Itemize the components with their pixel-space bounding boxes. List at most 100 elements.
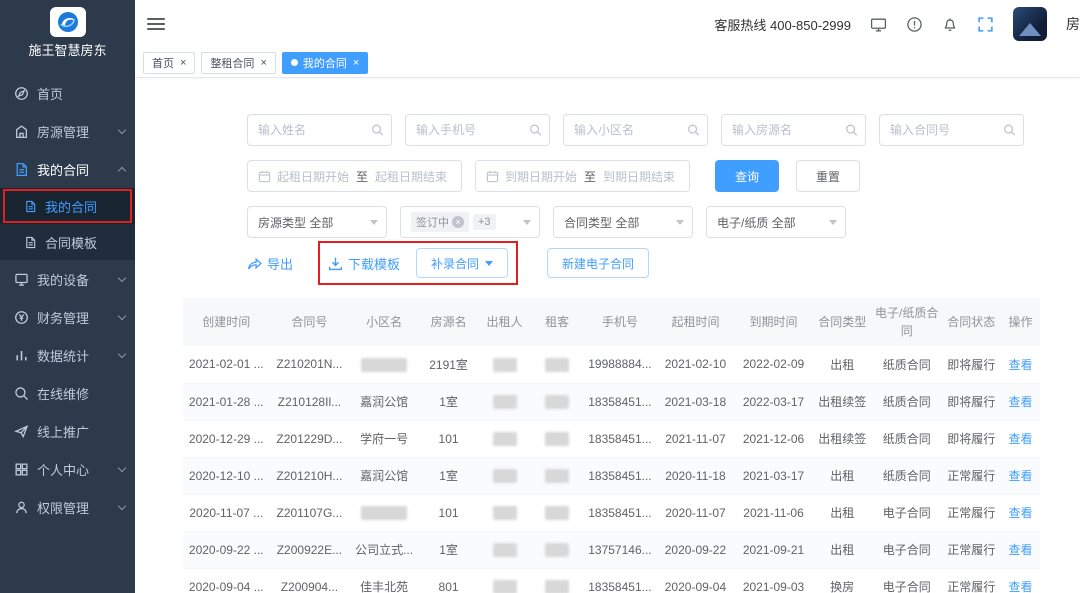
doc-icon — [24, 236, 37, 249]
column-header-tenant: 租客 — [530, 298, 584, 346]
cell-type: 出租 — [812, 457, 872, 495]
redacted-text — [545, 357, 570, 372]
username-partial: 房 — [1066, 16, 1080, 32]
table-row: 2020-09-22 ... Z200922E... 公司立式... 1室 137571… — [183, 531, 1040, 569]
alert-icon[interactable] — [906, 16, 923, 33]
view-link[interactable]: 查看 — [1008, 358, 1032, 372]
tag-close-icon[interactable]: × — [452, 216, 464, 228]
view-link[interactable]: 查看 — [1008, 580, 1032, 593]
contract-medium-select[interactable]: 电子/纸质 全部 — [706, 206, 846, 238]
sidebar-item-label: 线上推广 — [37, 424, 90, 440]
cell-start: 2021-03-18 — [656, 383, 735, 421]
cell-status: 正常履行 — [941, 531, 1001, 569]
table-row: 2020-11-07 ... Z201107G... 101 18358451... 2… — [183, 494, 1040, 532]
cell-end: 2021-03-17 — [734, 457, 813, 495]
column-header-action: 操作 — [1000, 298, 1040, 346]
monitor-icon[interactable] — [870, 16, 887, 33]
cell-start: 2020-11-18 — [656, 457, 735, 495]
top-bar: 客服热线 400-850-2999 房 — [135, 0, 1080, 48]
view-link[interactable]: 查看 — [1008, 506, 1032, 520]
sidebar-item-repair[interactable]: 在线维修 — [0, 374, 135, 412]
sidebar-subitem-contract-templates[interactable]: 合同模板 — [0, 224, 135, 260]
select-value: 电子/纸质 全部 — [717, 215, 796, 230]
export-icon — [247, 256, 262, 271]
date-start-placeholder: 到期日期开始 — [505, 169, 578, 184]
cell-type: 换房 — [812, 568, 872, 593]
column-header-status: 合同状态 — [941, 298, 1001, 346]
column-header-medium: 电子/纸质合同 — [871, 298, 942, 346]
cell-community: 公司立式... — [349, 531, 419, 569]
contract-type-select[interactable]: 合同类型 全部 — [553, 206, 693, 238]
filter-input-3 — [721, 114, 866, 146]
finance-icon — [14, 310, 29, 325]
property-type-select[interactable]: 房源类型 全部 — [247, 206, 387, 238]
column-header-contract-no: 合同号 — [269, 298, 350, 346]
cell-start: 2021-02-10 — [656, 346, 735, 384]
download-icon — [328, 256, 343, 271]
expiry-date-range[interactable]: 到期日期开始 至 到期日期结束 — [475, 160, 690, 192]
view-link[interactable]: 查看 — [1008, 395, 1032, 409]
table-row: 2021-02-01 ... Z210201N... 2191室 19988884..… — [183, 346, 1040, 384]
cell-property: 2191室 — [418, 346, 479, 384]
cell-created: 2020-09-04 ... — [183, 568, 270, 593]
cell-community — [349, 494, 419, 532]
tab-close-icon[interactable]: × — [180, 57, 186, 69]
sidebar-item-permissions[interactable]: 权限管理 — [0, 488, 135, 526]
sidebar-item-home[interactable]: 首页 — [0, 74, 135, 112]
annotated-action-group: 下载模板 补录合同 — [318, 241, 519, 285]
sidebar-item-personal[interactable]: 个人中心 — [0, 450, 135, 488]
date-separator: 至 — [584, 169, 597, 184]
cell-status: 正常履行 — [941, 457, 1001, 495]
sidebar-item-contracts[interactable]: 我的合同 — [0, 150, 135, 188]
column-header-type: 合同类型 — [812, 298, 872, 346]
supplement-contract-button[interactable]: 补录合同 — [416, 248, 509, 278]
sidebar-item-statistics[interactable]: 数据统计 — [0, 336, 135, 374]
cell-created: 2020-09-22 ... — [183, 531, 270, 569]
cell-start: 2020-09-04 — [656, 568, 735, 593]
sidebar-item-property[interactable]: 房源管理 — [0, 112, 135, 150]
contract-status-select[interactable]: 签订中 × +3 — [400, 206, 540, 238]
tag-label: 签订中 — [416, 217, 449, 229]
sidebar-item-promotion[interactable]: 线上推广 — [0, 412, 135, 450]
tab-close-icon[interactable]: × — [260, 57, 266, 69]
sidebar-item-devices[interactable]: 我的设备 — [0, 260, 135, 298]
cell-contract-no: Z200922E... — [269, 531, 350, 569]
chevron-down-icon — [117, 125, 127, 134]
redacted-text — [492, 505, 517, 520]
active-tab-dot — [290, 59, 298, 66]
query-button[interactable]: 查询 — [715, 160, 780, 192]
tab-1[interactable]: 整租合同 × — [201, 51, 276, 74]
tab-0[interactable]: 首页 × — [143, 51, 196, 74]
view-link[interactable]: 查看 — [1008, 432, 1032, 446]
table-row: 2021-01-28 ... Z210128Il... 嘉润公馆 1室 18358451… — [183, 383, 1040, 421]
chevron-down-icon — [370, 219, 378, 229]
reset-button[interactable]: 重置 — [796, 160, 861, 192]
sidebar-subitem-my-contracts[interactable]: 我的合同 — [0, 188, 135, 224]
redacted-text — [545, 394, 570, 409]
chevron-down-icon — [117, 273, 127, 282]
chevron-down-icon — [117, 463, 127, 472]
tab-close-icon[interactable]: × — [353, 57, 359, 69]
filter-input-4 — [879, 114, 1024, 146]
bell-icon[interactable] — [942, 16, 958, 33]
fullscreen-icon[interactable] — [977, 16, 994, 33]
cell-contract-no: Z210201N... — [269, 346, 350, 384]
cell-contract-no: Z201107G... — [269, 494, 350, 532]
cell-lessor — [478, 568, 531, 593]
avatar[interactable] — [1013, 7, 1047, 41]
download-template-button[interactable]: 下载模板 — [328, 254, 400, 273]
rent-start-date-range[interactable]: 起租日期开始 至 起租日期结束 — [247, 160, 462, 192]
hamburger-icon[interactable] — [147, 18, 165, 30]
view-link[interactable]: 查看 — [1008, 469, 1032, 483]
cell-created: 2020-11-07 ... — [183, 494, 270, 532]
view-link[interactable]: 查看 — [1008, 543, 1032, 557]
sidebar-item-finance[interactable]: 财务管理 — [0, 298, 135, 336]
column-header-start: 起租时间 — [656, 298, 735, 346]
export-button[interactable]: 导出 — [247, 254, 293, 273]
filter-input-2 — [563, 114, 708, 146]
new-econtract-button[interactable]: 新建电子合同 — [547, 248, 650, 278]
tab-2[interactable]: 我的合同 × — [281, 51, 369, 74]
hotline-text: 客服热线 400-850-2999 — [714, 17, 851, 33]
cell-start: 2020-09-22 — [656, 531, 735, 569]
cell-community — [349, 346, 419, 384]
